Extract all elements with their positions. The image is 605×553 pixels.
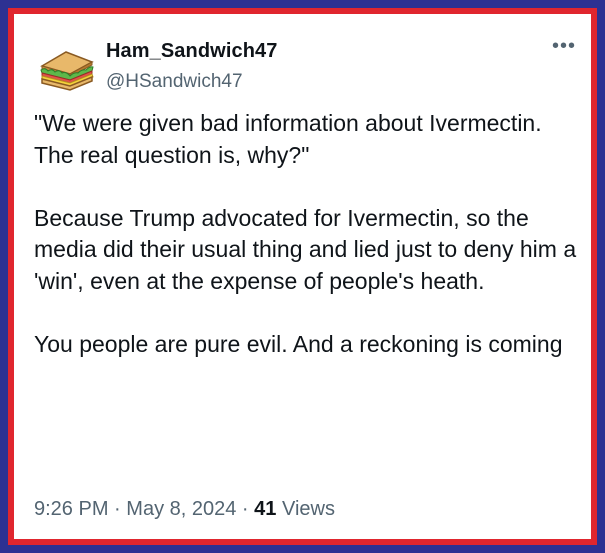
more-options-button[interactable]: •••: [550, 36, 578, 56]
tweet-time[interactable]: 9:26 PM: [34, 498, 108, 520]
tweet-date[interactable]: May 8, 2024: [126, 498, 236, 520]
sandwich-icon: [40, 51, 94, 91]
tweet-text: "We were given bad information about Ive…: [34, 108, 579, 360]
meta-separator: ·: [241, 498, 249, 520]
views-label: Views: [281, 498, 335, 520]
avatar[interactable]: [36, 40, 98, 102]
meta-separator: ·: [114, 498, 121, 520]
tweet-paragraph: "We were given bad information about Ive…: [34, 110, 542, 168]
tweet-paragraph: Because Trump advocated for Ivermectin, …: [34, 204, 577, 294]
tweet-meta: 9:26 PM · May 8, 2024 · 41 Views: [34, 498, 335, 521]
author-display-name[interactable]: Ham_Sandwich47: [106, 40, 277, 63]
views-count[interactable]: 41: [254, 498, 276, 520]
tweet-paragraph: You people are pure evil. And a reckonin…: [34, 330, 563, 357]
author-handle[interactable]: @HSandwich47: [106, 71, 243, 93]
tweet-card: Ham_Sandwich47 @HSandwich47 ••• "We were…: [14, 14, 591, 539]
